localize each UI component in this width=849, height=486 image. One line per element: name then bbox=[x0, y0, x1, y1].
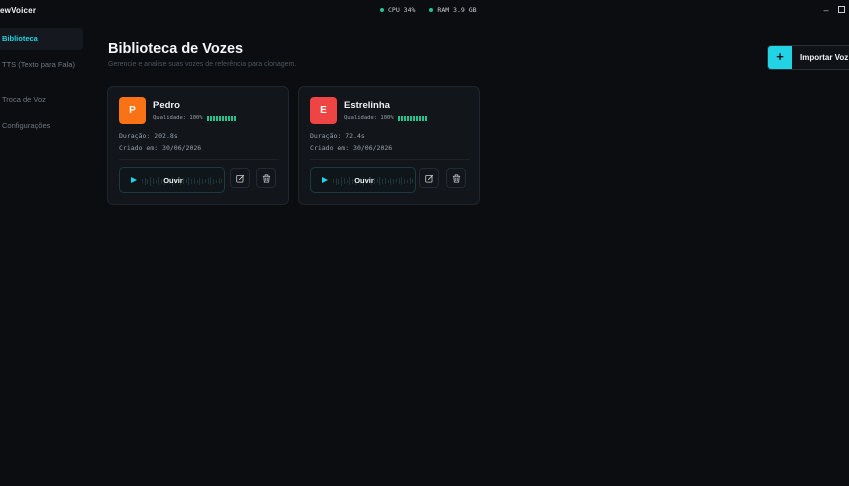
quality-bar bbox=[397, 115, 427, 121]
delete-button[interactable] bbox=[256, 168, 276, 188]
quality-indicator: Qualidade: 100% bbox=[344, 115, 427, 121]
voice-card-pedro: P Pedro Qualidade: 100% Duração: 202.8s … bbox=[107, 86, 289, 205]
quality-bar bbox=[206, 115, 236, 121]
voice-card-estrelinha: E Estrelinha Qualidade: 100% Duração: 72… bbox=[298, 86, 480, 205]
play-label: Ouvir bbox=[163, 176, 183, 185]
sidebar-item-troca-de-voz[interactable]: Troca de Voz bbox=[0, 95, 83, 104]
avatar: E bbox=[310, 97, 337, 124]
maximize-icon[interactable] bbox=[838, 6, 845, 13]
edit-button[interactable] bbox=[230, 168, 250, 188]
trash-icon bbox=[262, 174, 271, 183]
edit-icon bbox=[236, 174, 245, 183]
import-voice-label: Importar Voz bbox=[800, 53, 849, 62]
minimize-icon[interactable]: – bbox=[820, 4, 832, 16]
edit-icon bbox=[425, 174, 434, 183]
cpu-status-dot bbox=[380, 8, 384, 12]
created-date-text: Criado em: 30/06/2026 bbox=[119, 144, 202, 152]
voice-name: Estrelinha bbox=[344, 100, 390, 111]
quality-indicator: Qualidade: 100% bbox=[153, 115, 236, 121]
title-bar: ewVoicer CPU 34% RAM 3.9 GB – bbox=[0, 0, 849, 22]
play-button[interactable]: Ouvir bbox=[310, 167, 416, 193]
card-divider bbox=[310, 159, 470, 160]
voice-name: Pedro bbox=[153, 100, 180, 111]
created-date-text: Criado em: 30/06/2026 bbox=[310, 144, 393, 152]
import-voice-button[interactable]: + Importar Voz bbox=[767, 45, 849, 70]
cpu-label: CPU 34% bbox=[388, 6, 416, 14]
ram-status-dot bbox=[429, 8, 434, 12]
page-title: Biblioteca de Vozes bbox=[108, 41, 244, 57]
ram-label: RAM 3.9 GB bbox=[437, 6, 477, 14]
system-stats: CPU 34% RAM 3.9 GB bbox=[380, 6, 477, 14]
duration-text: Duração: 72.4s bbox=[310, 132, 365, 140]
delete-button[interactable] bbox=[446, 168, 466, 188]
card-divider bbox=[119, 159, 279, 160]
main-content: Biblioteca de Vozes Gerencie e analise s… bbox=[88, 22, 849, 486]
sidebar-item-configuracoes[interactable]: Configurações bbox=[0, 121, 83, 130]
duration-text: Duração: 202.8s bbox=[119, 132, 178, 140]
play-button[interactable]: Ouvir bbox=[119, 167, 225, 193]
sidebar-item-tts[interactable]: TTS (Texto para Fala) bbox=[0, 60, 83, 69]
ram-stat: RAM 3.9 GB bbox=[429, 6, 477, 14]
sidebar: Biblioteca TTS (Texto para Fala) Troca d… bbox=[0, 22, 88, 486]
quality-label: Qualidade: 100% bbox=[344, 115, 394, 121]
sidebar-item-biblioteca[interactable]: Biblioteca bbox=[0, 28, 83, 50]
cpu-stat: CPU 34% bbox=[380, 6, 415, 14]
play-label: Ouvir bbox=[354, 176, 374, 185]
avatar: P bbox=[119, 97, 146, 124]
edit-button[interactable] bbox=[419, 168, 439, 188]
trash-icon bbox=[452, 174, 461, 183]
page-subtitle: Gerencie e analise suas vozes de referên… bbox=[108, 61, 297, 68]
plus-icon: + bbox=[768, 46, 792, 69]
app-title: ewVoicer bbox=[0, 6, 37, 15]
quality-label: Qualidade: 100% bbox=[153, 115, 203, 121]
